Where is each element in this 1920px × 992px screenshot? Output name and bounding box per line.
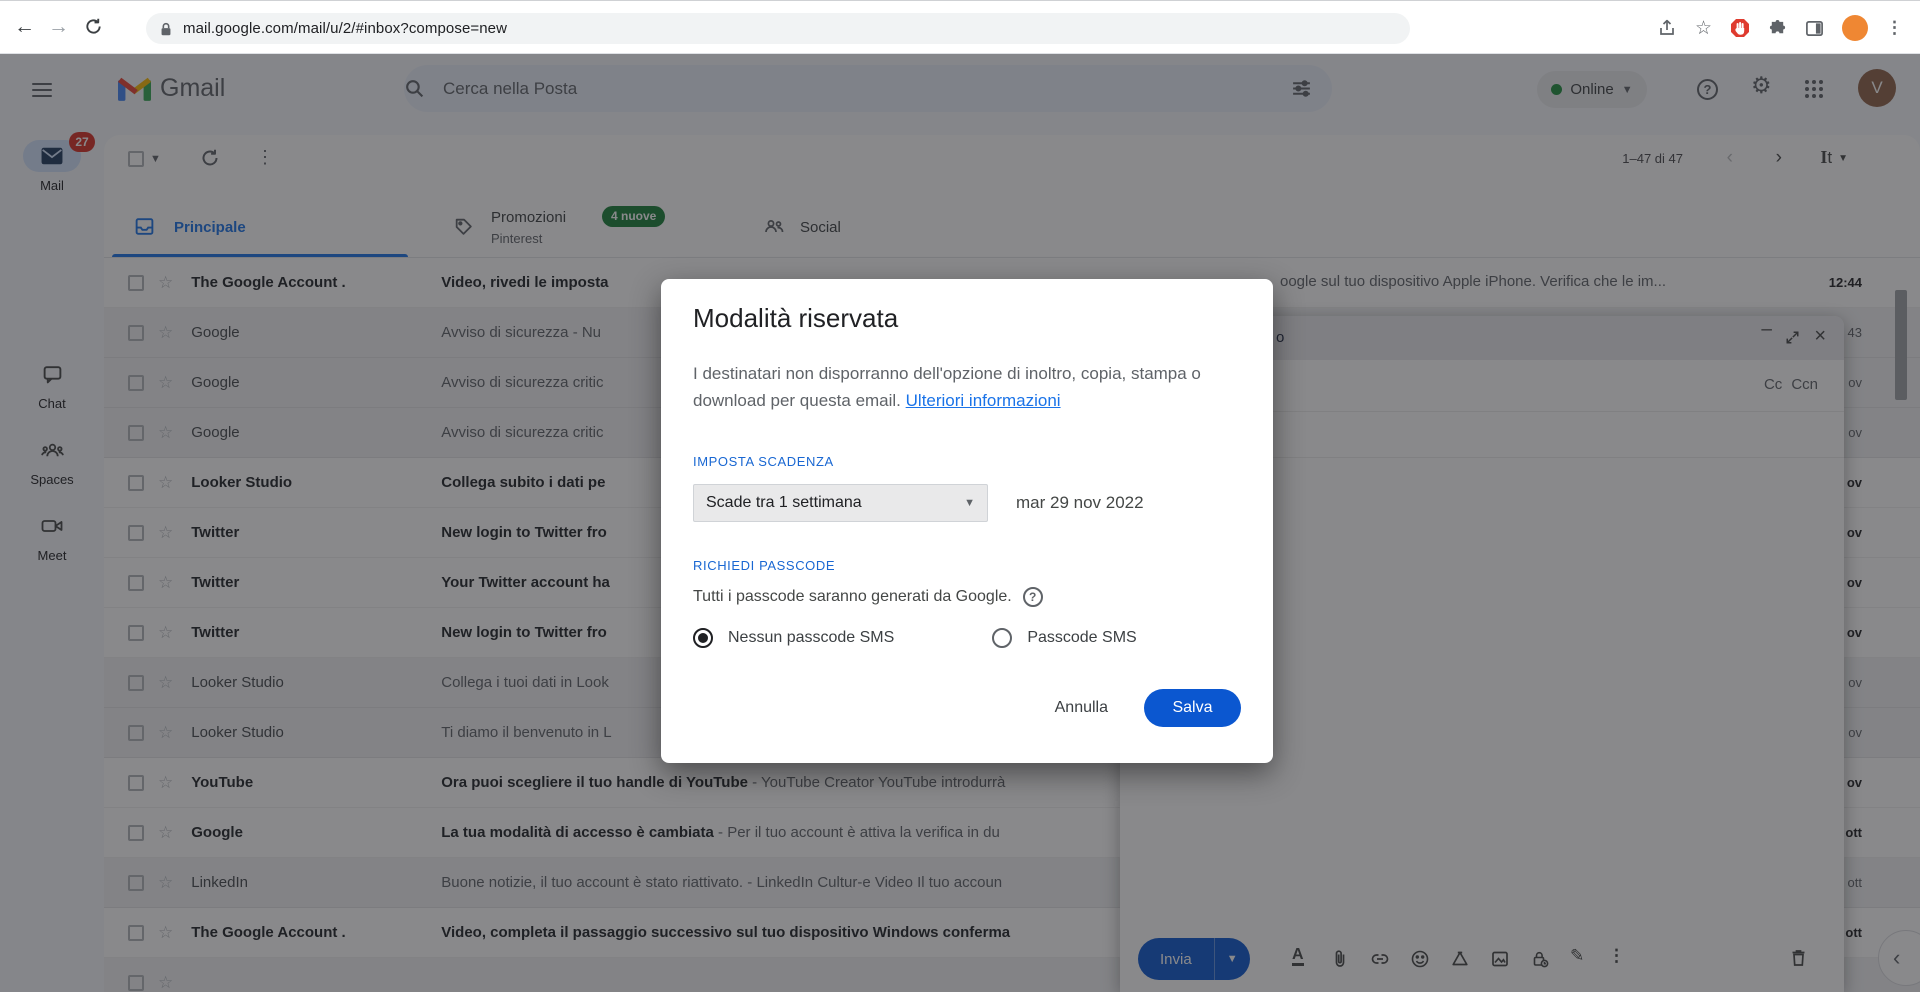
share-icon[interactable] xyxy=(1657,18,1677,38)
passcode-note: Tutti i passcode saranno generati da Goo… xyxy=(693,587,1241,607)
radio-option-no-sms[interactable]: Nessun passcode SMS xyxy=(693,628,894,648)
forward-icon[interactable]: → xyxy=(48,15,69,39)
dialog-title: Modalità riservata xyxy=(693,303,1241,334)
browser-toolbar: ← → mail.google.com/mail/u/2/#inbox?comp… xyxy=(0,0,1920,54)
expiry-select[interactable]: Scade tra 1 settimana ▼ xyxy=(693,484,988,522)
expiry-section-label: IMPOSTA SCADENZA xyxy=(693,454,1241,469)
side-panel-icon[interactable] xyxy=(1805,19,1824,38)
lock-icon xyxy=(158,21,174,37)
passcode-radio[interactable] xyxy=(992,628,1012,648)
passcode-section-label: RICHIEDI PASSCODE xyxy=(693,558,1241,573)
confidential-mode-dialog: Modalità riservata I destinatari non dis… xyxy=(661,279,1273,763)
url-text: mail.google.com/mail/u/2/#inbox?compose=… xyxy=(183,20,507,37)
passcode-radio[interactable] xyxy=(693,628,713,648)
cancel-button[interactable]: Annulla xyxy=(1055,699,1108,717)
reload-icon[interactable] xyxy=(84,17,103,36)
url-bar[interactable]: mail.google.com/mail/u/2/#inbox?compose=… xyxy=(146,13,1410,44)
extensions-puzzle-icon[interactable] xyxy=(1768,19,1787,38)
expiry-date: mar 29 nov 2022 xyxy=(1016,493,1144,513)
browser-window: ← → mail.google.com/mail/u/2/#inbox?comp… xyxy=(0,0,1920,992)
radio-option-sms[interactable]: Passcode SMS xyxy=(992,628,1136,648)
save-button[interactable]: Salva xyxy=(1144,689,1241,727)
back-icon[interactable]: ← xyxy=(14,15,35,39)
learn-more-link[interactable]: Ulteriori informazioni xyxy=(906,391,1061,410)
browser-actions: ☆ xyxy=(1648,1,1912,55)
menu-dots-icon[interactable]: ⋮ xyxy=(1886,18,1903,38)
bookmark-star-icon[interactable]: ☆ xyxy=(1695,17,1712,40)
adblock-icon[interactable] xyxy=(1730,18,1750,38)
help-icon[interactable]: ? xyxy=(1023,587,1043,607)
profile-icon[interactable] xyxy=(1842,15,1868,41)
dialog-description: I destinatari non disporranno dell'opzio… xyxy=(693,360,1253,414)
chevron-down-icon: ▼ xyxy=(964,497,975,509)
expiry-select-value: Scade tra 1 settimana xyxy=(706,494,964,512)
